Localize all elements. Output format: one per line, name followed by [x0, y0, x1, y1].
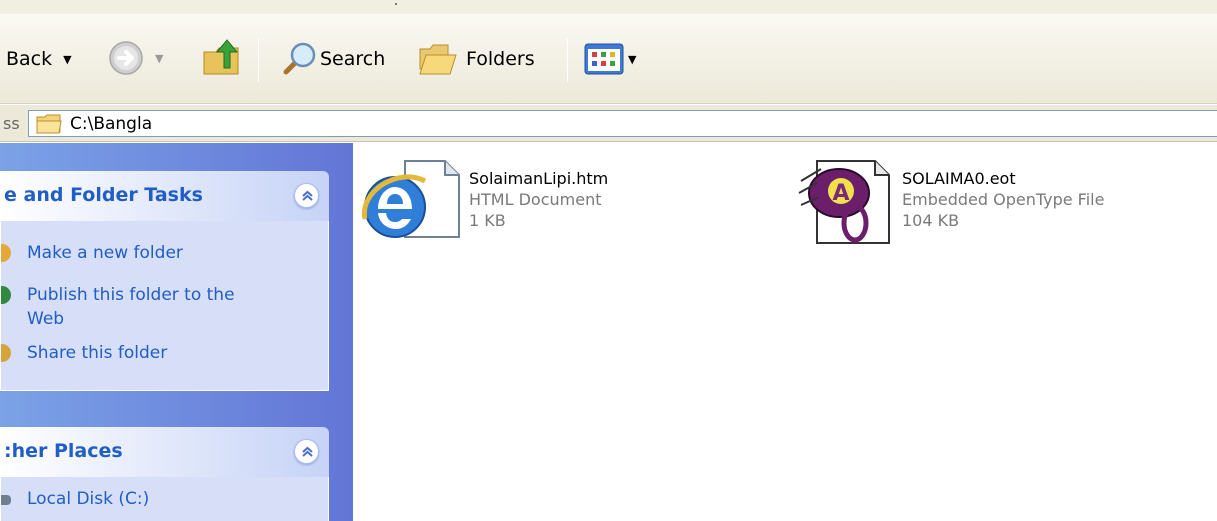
- collapse-icon[interactable]: [294, 183, 319, 208]
- file-item[interactable]: A SOLAIMA0.eot Embedded OpenType File 10…: [797, 159, 1104, 245]
- views-icon: [584, 43, 624, 75]
- other-places-title: :her Places: [4, 440, 123, 462]
- back-dropdown-icon[interactable]: ▼: [63, 53, 71, 66]
- views-button[interactable]: ▼: [584, 43, 636, 75]
- task-pane: e and Folder Tasks Make a new folder Pub…: [0, 143, 353, 521]
- back-button[interactable]: Back ▼: [6, 48, 72, 70]
- svg-text:A: A: [832, 181, 849, 206]
- task-share-folder[interactable]: Share this folder: [1, 341, 167, 365]
- globe-icon: [1, 286, 11, 304]
- search-button[interactable]: Search: [280, 40, 385, 78]
- folders-icon: [419, 44, 457, 75]
- menu-bar: [0, 0, 1217, 14]
- internet-explorer-icon: [361, 160, 460, 238]
- place-label: Local Disk (C:): [27, 489, 150, 509]
- task-label: Publish this folder to the: [27, 285, 235, 305]
- task-label: Share this folder: [27, 343, 168, 363]
- toolbar-separator: [567, 38, 568, 82]
- font-file-icon: A: [798, 160, 890, 244]
- folders-label: Folders: [466, 48, 535, 70]
- file-tasks-header[interactable]: e and Folder Tasks: [0, 171, 329, 221]
- new-folder-icon: [1, 244, 11, 262]
- place-local-disk[interactable]: Local Disk (C:): [1, 487, 149, 511]
- file-tasks-title: e and Folder Tasks: [4, 184, 203, 206]
- toolbar-separator: [258, 38, 259, 82]
- folder-icon: [36, 114, 62, 133]
- other-places-header[interactable]: :her Places: [0, 427, 329, 477]
- forward-button[interactable]: ▼: [108, 40, 163, 76]
- address-label: ss: [3, 114, 20, 133]
- address-field[interactable]: C:\Bangla: [28, 110, 1217, 137]
- file-type: Embedded OpenType File: [902, 190, 1105, 209]
- file-size: 104 KB: [902, 211, 960, 230]
- file-type: HTML Document: [469, 190, 602, 209]
- file-name: SOLAIMA0.eot: [902, 169, 1016, 188]
- address-bar: ss C:\Bangla: [0, 105, 1217, 142]
- views-dropdown-icon[interactable]: ▼: [628, 53, 636, 66]
- forward-arrow-icon: [109, 41, 143, 75]
- search-icon: [283, 42, 316, 75]
- task-label: Make a new folder: [27, 243, 183, 263]
- file-tasks-body: Make a new folder Publish this folder to…: [0, 221, 329, 391]
- file-name: SolaimanLipi.htm: [469, 169, 609, 188]
- address-path: C:\Bangla: [70, 113, 153, 134]
- file-item[interactable]: SolaimanLipi.htm HTML Document 1 KB: [359, 159, 608, 241]
- folders-button[interactable]: Folders: [418, 41, 535, 77]
- file-list: SolaimanLipi.htm HTML Document 1 KB A SO…: [353, 143, 1217, 521]
- up-folder-button[interactable]: [202, 38, 244, 78]
- collapse-icon[interactable]: [294, 439, 319, 464]
- task-make-new-folder[interactable]: Make a new folder: [1, 241, 183, 265]
- file-size: 1 KB: [469, 211, 506, 230]
- search-label: Search: [320, 48, 386, 70]
- forward-dropdown-icon[interactable]: ▼: [155, 52, 163, 65]
- toolbar: Back ▼ ▼ Search Folders ▼: [0, 14, 1217, 104]
- menu-dot: [395, 3, 397, 5]
- other-places-body: Local Disk (C:): [0, 477, 329, 521]
- share-icon: [1, 344, 11, 362]
- back-label: Back: [6, 48, 53, 70]
- task-publish-folder[interactable]: Publish this folder to the Web: [1, 283, 235, 331]
- drive-icon: [1, 495, 11, 505]
- task-label-continued: Web: [27, 309, 65, 329]
- up-folder-icon: [203, 39, 239, 75]
